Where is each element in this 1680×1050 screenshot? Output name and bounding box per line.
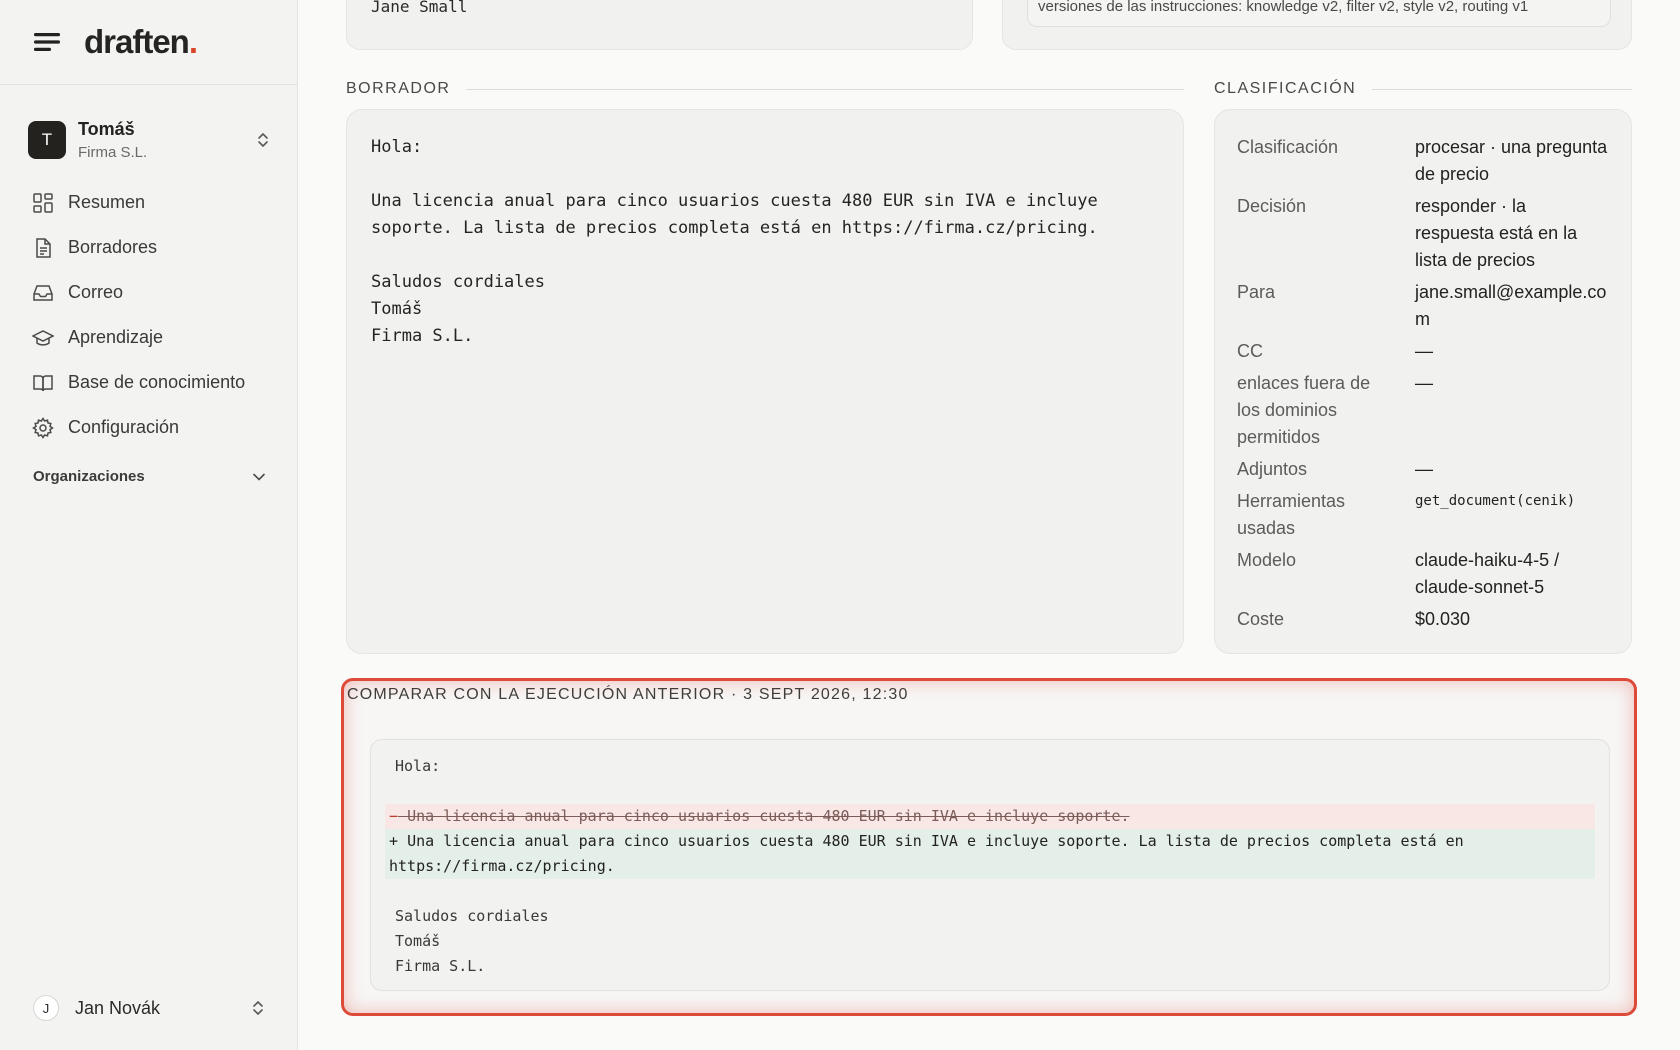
instructions-card: versiones de las instrucciones: knowledg… — [1002, 0, 1632, 50]
inbox-icon — [33, 284, 53, 301]
diff-removed-line: − Una licencia anual para cinco usuarios… — [385, 804, 1595, 829]
nav-label: Base de conocimiento — [68, 372, 246, 392]
row-value: — — [1415, 459, 1433, 479]
divider — [1372, 88, 1632, 90]
diff-view: Hola: ​ − Una licencia anual para cinco … — [370, 739, 1610, 991]
instruction-versions-box: versiones de las instrucciones: knowledg… — [1027, 0, 1611, 27]
gear-icon — [32, 416, 54, 439]
recipient-card: Jane Small — [346, 0, 973, 50]
row-key: Decisión — [1237, 196, 1307, 216]
user-name: Jan Novák — [75, 997, 161, 1018]
row-value: jane.small@example.com — [1415, 282, 1607, 329]
diff-added-line: + Una licencia anual para cinco usuarios… — [385, 829, 1595, 879]
diff-context-line: Tomáš — [395, 932, 441, 950]
diff-context-line: Hola: — [395, 757, 441, 775]
brand-bar: draften. — [0, 0, 297, 85]
nav-label: Correo — [68, 282, 124, 302]
row-value: — — [1415, 373, 1433, 393]
diff-added-text: Una licencia anual para cinco usuarios c… — [389, 832, 1464, 875]
divider — [466, 88, 1184, 90]
main-nav: Resumen Borradores Correo Aprendizaje Ba… — [32, 180, 272, 450]
row-key: Para — [1237, 282, 1276, 302]
book-icon — [33, 374, 53, 391]
sidebar: draften. T Tomáš Firma S.L. Resumen Borr… — [0, 0, 298, 1050]
main-content: Jane Small versiones de las instruccione… — [298, 0, 1680, 1050]
nav-item-configuracion[interactable]: Configuración — [32, 405, 272, 450]
diff-blank-line: ​ — [385, 779, 1595, 804]
classification-row: Para jane.small@example.com — [1237, 279, 1609, 333]
row-key: Adjuntos — [1237, 459, 1308, 479]
diff-removed-text: Una licencia anual para cinco usuarios c… — [407, 807, 1130, 825]
user-menu[interactable]: J Jan Novák — [33, 992, 265, 1024]
row-value: get_document(cenik) — [1415, 493, 1576, 509]
diff-context-line: Firma S.L. — [395, 957, 486, 975]
classification-section-header: CLASIFICACIÓN — [1214, 80, 1632, 98]
classification-card: Clasificación procesar · una pregunta de… — [1214, 109, 1632, 654]
draft-body[interactable]: Hola: Una licencia anual para cinco usua… — [371, 134, 1159, 350]
nav-item-correo[interactable]: Correo — [32, 270, 272, 315]
organizations-toggle[interactable]: Organizaciones — [33, 468, 265, 485]
section-title: CLASIFICACIÓN — [1214, 80, 1357, 97]
menu-icon[interactable] — [34, 32, 60, 52]
nav-item-borradores[interactable]: Borradores — [32, 225, 272, 270]
row-key: Coste — [1237, 609, 1285, 629]
classification-row: Coste $0.030 — [1237, 606, 1609, 633]
chevron-updown-icon — [258, 133, 268, 147]
account-org: Firma S.L. — [78, 144, 148, 161]
compare-title: COMPARAR CON LA EJECUCIÓN ANTERIOR · 3 S… — [347, 686, 909, 703]
draft-card: Hola: Una licencia anual para cinco usua… — [346, 109, 1184, 654]
classification-row: Clasificación procesar · una pregunta de… — [1237, 134, 1609, 188]
account-switcher[interactable]: T Tomáš Firma S.L. — [28, 117, 270, 163]
classification-row: Herramientas usadas get_document(cenik) — [1237, 488, 1609, 542]
logo-dot: . — [188, 23, 198, 60]
account-name: Tomáš — [78, 119, 135, 139]
diff-added-sign: + — [389, 832, 399, 850]
section-title: BORRADOR — [346, 80, 451, 97]
row-value: claude-haiku-4-5 / claude-sonnet-5 — [1415, 550, 1560, 597]
document-icon — [36, 237, 51, 258]
nav-label: Aprendizaje — [68, 327, 164, 347]
nav-label: Resumen — [68, 192, 146, 212]
user-avatar: J — [33, 995, 59, 1021]
classification-row: Modelo claude-haiku-4-5 / claude-sonnet-… — [1237, 547, 1609, 601]
app-logo[interactable]: draften. — [84, 23, 198, 61]
nav-item-aprendizaje[interactable]: Aprendizaje — [32, 315, 272, 360]
row-key: CC — [1237, 341, 1263, 361]
nav-label: Configuración — [68, 417, 180, 437]
classification-row: Decisión responder · la respuesta está e… — [1237, 193, 1609, 274]
row-value: — — [1415, 341, 1433, 361]
nav-item-resumen[interactable]: Resumen — [32, 180, 272, 225]
account-names: Tomáš Firma S.L. — [78, 119, 256, 161]
classification-row: Adjuntos — — [1237, 456, 1609, 483]
recipient-name: Jane Small — [371, 0, 468, 16]
dashboard-icon — [33, 192, 53, 213]
compare-previous-run: COMPARAR CON LA EJECUCIÓN ANTERIOR · 3 S… — [341, 678, 1637, 1016]
graduation-cap-icon — [32, 329, 54, 346]
classification-row: CC — — [1237, 338, 1609, 365]
row-value: responder · la respuesta está en la list… — [1415, 196, 1578, 270]
row-key: Modelo — [1237, 550, 1297, 570]
nav-item-base-conocimiento[interactable]: Base de conocimiento — [32, 360, 272, 405]
organizations-label: Organizaciones — [33, 468, 145, 485]
diff-removed-sign: − — [389, 807, 399, 825]
diff-blank-line: ​ — [385, 879, 1595, 904]
row-value: $0.030 — [1415, 609, 1471, 629]
row-key: Clasificación — [1237, 137, 1339, 157]
row-value: procesar · una pregunta de precio — [1415, 137, 1608, 184]
diff-context-line: Saludos cordiales — [395, 907, 549, 925]
row-key: enlaces fuera de los dominios permitidos — [1237, 373, 1371, 447]
classification-row: enlaces fuera de los dominios permitidos… — [1237, 370, 1609, 451]
row-key: Herramientas usadas — [1237, 491, 1346, 538]
draft-section-header: BORRADOR — [346, 80, 1184, 98]
instruction-versions: versiones de las instrucciones: knowledg… — [1038, 0, 1529, 15]
chevron-updown-icon — [253, 1001, 263, 1015]
chevron-down-icon — [253, 473, 265, 481]
account-avatar: T — [28, 121, 66, 159]
nav-label: Borradores — [68, 237, 158, 257]
logo-text: draften — [84, 23, 190, 60]
